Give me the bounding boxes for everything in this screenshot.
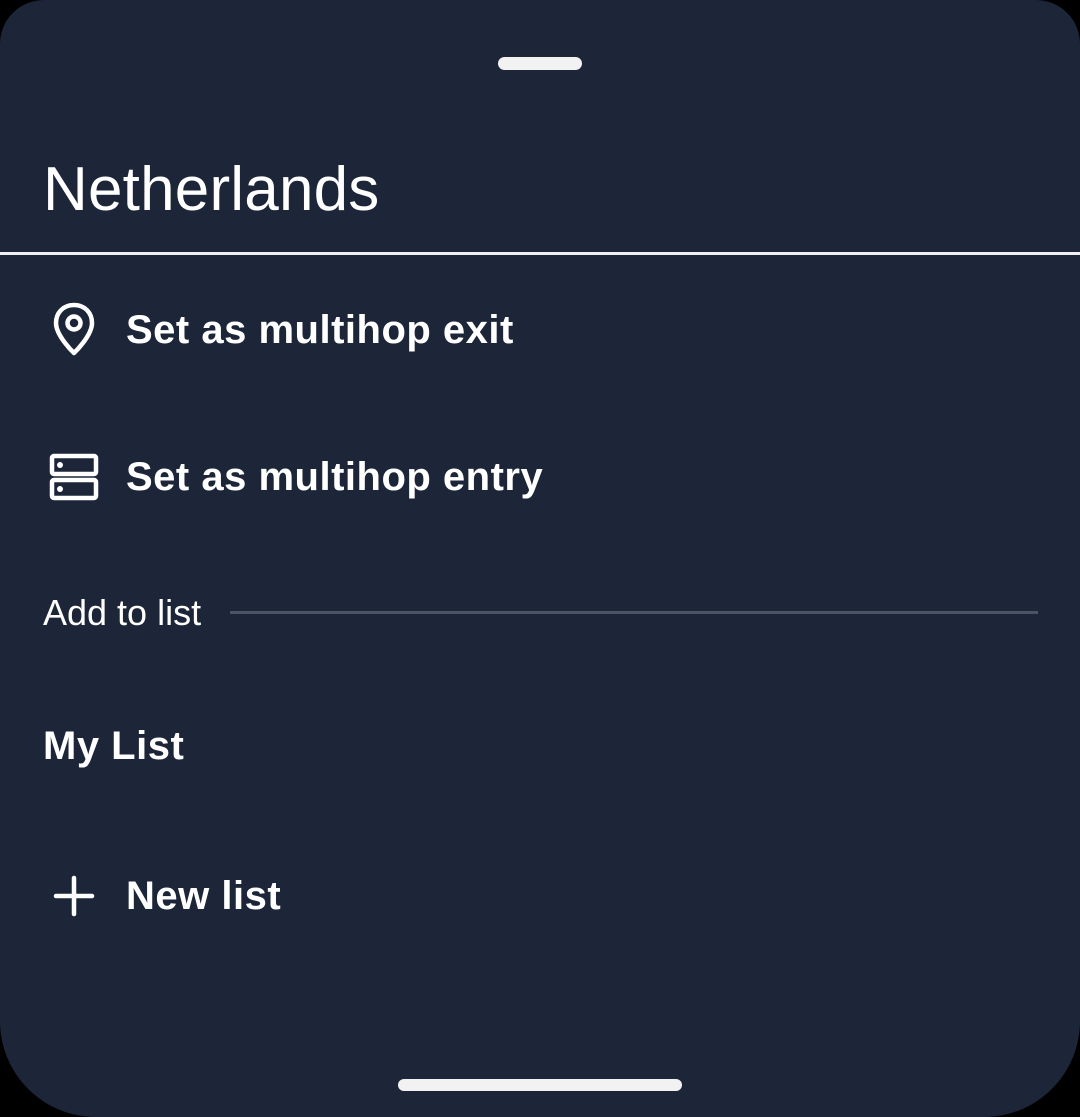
- section-divider: [230, 611, 1038, 614]
- set-multihop-exit-label: Set as multihop exit: [126, 307, 514, 352]
- set-multihop-entry-button[interactable]: Set as multihop entry: [0, 407, 1080, 547]
- location-pin-icon: [46, 302, 102, 358]
- drag-handle[interactable]: [498, 57, 582, 70]
- set-multihop-exit-button[interactable]: Set as multihop exit: [0, 260, 1080, 400]
- home-indicator[interactable]: [398, 1079, 682, 1091]
- sheet-title: Netherlands: [43, 155, 380, 224]
- list-item-label: My List: [43, 724, 185, 768]
- set-multihop-entry-label: Set as multihop entry: [126, 454, 544, 499]
- plus-icon: [46, 868, 102, 924]
- add-to-list-header: Add to list: [0, 580, 1080, 646]
- new-list-button[interactable]: New list: [0, 826, 1080, 966]
- server-icon: [46, 449, 102, 505]
- title-divider: [0, 252, 1080, 255]
- add-to-list-label: Add to list: [43, 592, 202, 633]
- new-list-label: New list: [126, 873, 282, 918]
- bottom-sheet: Netherlands Set as multihop exit Set as …: [0, 0, 1080, 1117]
- list-item-my-list[interactable]: My List: [0, 680, 1080, 820]
